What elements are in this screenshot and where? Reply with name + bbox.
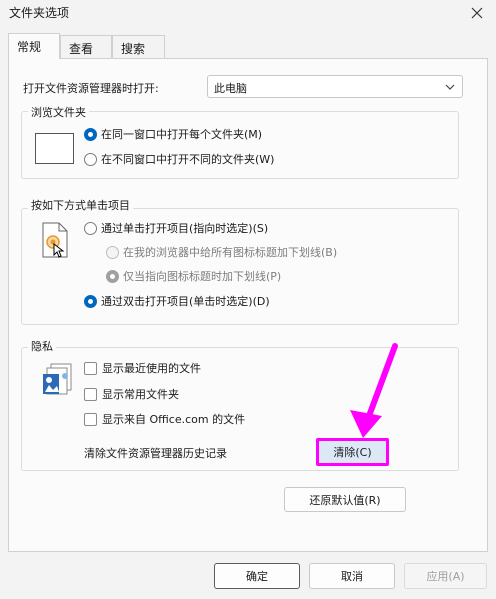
checkbox-office-files[interactable] [84,412,97,426]
click-option-double[interactable]: 通过双击打开项目(单击时选定)(D) [84,293,270,309]
radio-same-window[interactable] [84,127,97,141]
checkbox-recent-files[interactable] [84,361,97,375]
privacy-check-recent[interactable]: 显示最近使用的文件 [84,360,201,376]
close-icon [471,7,483,19]
browse-folders-title: 浏览文件夹 [28,104,89,120]
cancel-button[interactable]: 取消 [309,563,395,589]
browse-option-new[interactable]: 在不同窗口中打开不同的文件夹(W) [84,151,274,167]
tab-search[interactable]: 搜索 [112,35,165,59]
check-label: 显示来自 Office.com 的文件 [102,413,246,426]
tab-label: 搜索 [121,42,146,56]
button-label: 还原默认值(R) [309,493,381,507]
tab-label: 常规 [17,40,42,54]
open-explorer-label: 打开文件资源管理器时打开: [23,82,159,95]
tab-general[interactable]: 常规 [8,33,60,59]
click-suboption-always: 在我的浏览器中给所有图标标题加下划线(B) [106,244,337,260]
click-items-title: 按如下方式单击项目 [28,197,133,213]
browse-option-same[interactable]: 在同一窗口中打开每个文件夹(M) [84,126,262,142]
button-label: 取消 [341,570,363,583]
open-explorer-select[interactable]: 此电脑 [207,75,463,98]
click-suboption-point: 仅当指向图标标题时加下划线(P) [106,268,281,284]
option-label: 通过双击打开项目(单击时选定)(D) [101,295,270,308]
radio-underline-always [106,245,119,259]
checkbox-frequent-folders[interactable] [84,387,97,401]
click-hand-icon [40,222,70,261]
radio-new-window[interactable] [84,152,97,166]
open-explorer-value: 此电脑 [214,82,247,95]
privacy-title: 隐私 [28,338,56,354]
option-label: 通过单击打开项目(指向时选定)(S) [101,222,269,235]
button-label: 确定 [246,570,268,583]
privacy-check-frequent[interactable]: 显示常用文件夹 [84,386,179,402]
title-bar: 文件夹选项 [0,0,496,28]
browse-folders-group [21,111,459,179]
annotation-arrow-icon [340,342,410,445]
folder-window-icon [35,133,75,168]
check-label: 显示最近使用的文件 [102,362,201,375]
ok-button[interactable]: 确定 [214,563,300,589]
option-label: 仅当指向图标标题时加下划线(P) [123,270,282,283]
radio-single-click[interactable] [84,221,97,235]
tab-label: 查看 [69,42,94,56]
restore-defaults-button[interactable]: 还原默认值(R) [284,487,406,512]
clear-history-label: 清除文件资源管理器历史记录 [84,447,227,460]
tab-view[interactable]: 查看 [60,35,112,59]
option-label: 在我的浏览器中给所有图标标题加下划线(B) [123,246,338,259]
close-button[interactable] [464,2,490,24]
window-title: 文件夹选项 [9,6,70,20]
click-option-single[interactable]: 通过单击打开项目(指向时选定)(S) [84,220,268,236]
radio-double-click[interactable] [84,294,97,308]
radio-underline-point [106,269,119,283]
check-label: 显示常用文件夹 [102,388,179,401]
option-label: 在同一窗口中打开每个文件夹(M) [101,128,263,141]
chevron-down-icon [445,81,455,94]
option-label: 在不同窗口中打开不同的文件夹(W) [101,153,275,166]
apply-button[interactable]: 应用(A) [404,563,487,589]
privacy-files-icon [37,360,75,401]
privacy-check-office[interactable]: 显示来自 Office.com 的文件 [84,411,245,427]
button-label: 清除(C) [333,446,372,459]
button-label: 应用(A) [426,570,465,583]
